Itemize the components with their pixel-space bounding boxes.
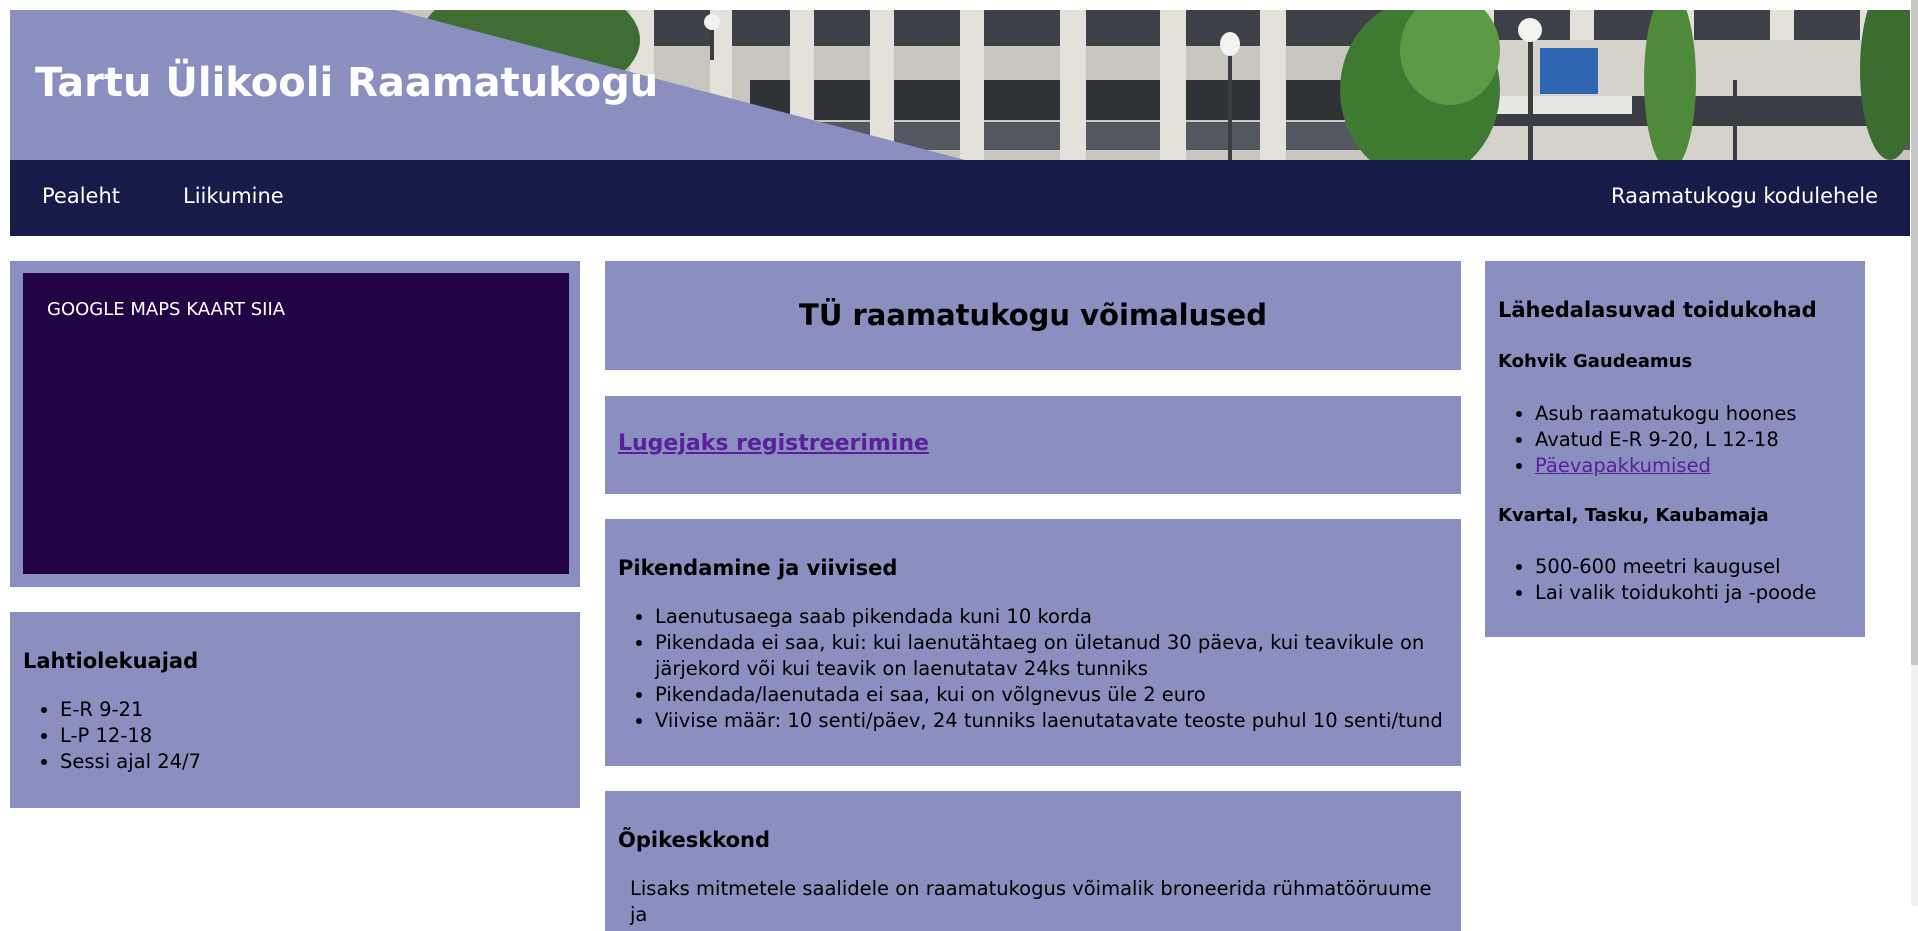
nav-link-home[interactable]: Pealeht [42,184,120,208]
site-title: Tartu Ülikooli Raamatukogu [35,60,659,106]
renewal-fines-title: Pikendamine ja viivised [618,556,898,580]
food-place-name: Kohvik Gaudeamus [1498,351,1693,372]
food-place-details: Asub raamatukogu hoones Avatud E-R 9-20,… [1485,401,1797,479]
nearby-food-title: Lähedalasuvad toidukohad [1498,298,1817,322]
list-item: Laenutusaega saab pikendada kuni 10 kord… [655,604,1445,630]
main-title-panel: TÜ raamatukogu võimalused [605,261,1461,370]
list-item: Päevapakkumised [1535,453,1797,479]
study-environment-text: Lisaks mitmetele saalidele on raamatukog… [630,877,1432,926]
list-item: Asub raamatukogu hoones [1535,401,1797,427]
list-item: 500-600 meetri kaugusel [1535,554,1816,580]
opening-hours-panel: Lahtiolekuajad E-R 9-21 L-P 12-18 Sessi … [10,612,580,808]
site-header: Tartu Ülikooli Raamatukogu [10,10,1910,160]
page-title: TÜ raamatukogu võimalused [799,298,1267,332]
list-item: L-P 12-18 [60,723,201,749]
list-item: Avatud E-R 9-20, L 12-18 [1535,427,1797,453]
reader-registration-link[interactable]: Lugejaks registreerimine [618,431,929,456]
registration-panel: Lugejaks registreerimine [605,396,1461,494]
list-item: Pikendada ei saa, kui: kui laenutähtaeg … [655,630,1445,682]
opening-hours-list: E-R 9-21 L-P 12-18 Sessi ajal 24/7 [10,697,201,775]
nav-link-transport[interactable]: Liikumine [183,184,284,208]
food-place-name: Kvartal, Tasku, Kaubamaja [1498,505,1769,526]
map-panel: GOOGLE MAPS KAART SIIA [10,261,580,587]
study-environment-panel: Õpikeskkond Lisaks mitmetele saalidele o… [605,791,1461,931]
list-item: Lai valik toidukohti ja -poode [1535,580,1816,606]
nav-link-library-home[interactable]: Raamatukogu kodulehele [1611,184,1878,208]
opening-hours-title: Lahtiolekuajad [23,649,199,673]
daily-offers-link[interactable]: Päevapakkumised [1535,454,1711,477]
list-item: Sessi ajal 24/7 [60,749,201,775]
main-navigation: Pealeht Liikumine Raamatukogu kodulehele [10,160,1910,236]
scrollbar-thumb[interactable] [1911,0,1918,665]
renewal-fines-panel: Pikendamine ja viivised Laenutusaega saa… [605,519,1461,766]
study-environment-title: Õpikeskkond [618,828,771,852]
list-item: Pikendada/laenutada ei saa, kui on võlgn… [655,682,1445,708]
map-placeholder: GOOGLE MAPS KAART SIIA [23,273,569,574]
map-placeholder-label: GOOGLE MAPS KAART SIIA [47,299,286,320]
food-place-details: 500-600 meetri kaugusel Lai valik toiduk… [1485,554,1816,606]
list-item: E-R 9-21 [60,697,201,723]
nearby-food-panel: Lähedalasuvad toidukohad Kohvik Gaudeamu… [1485,261,1865,637]
renewal-fines-list: Laenutusaega saab pikendada kuni 10 kord… [605,604,1445,734]
list-item: Viivise määr: 10 senti/päev, 24 tunniks … [655,708,1445,734]
